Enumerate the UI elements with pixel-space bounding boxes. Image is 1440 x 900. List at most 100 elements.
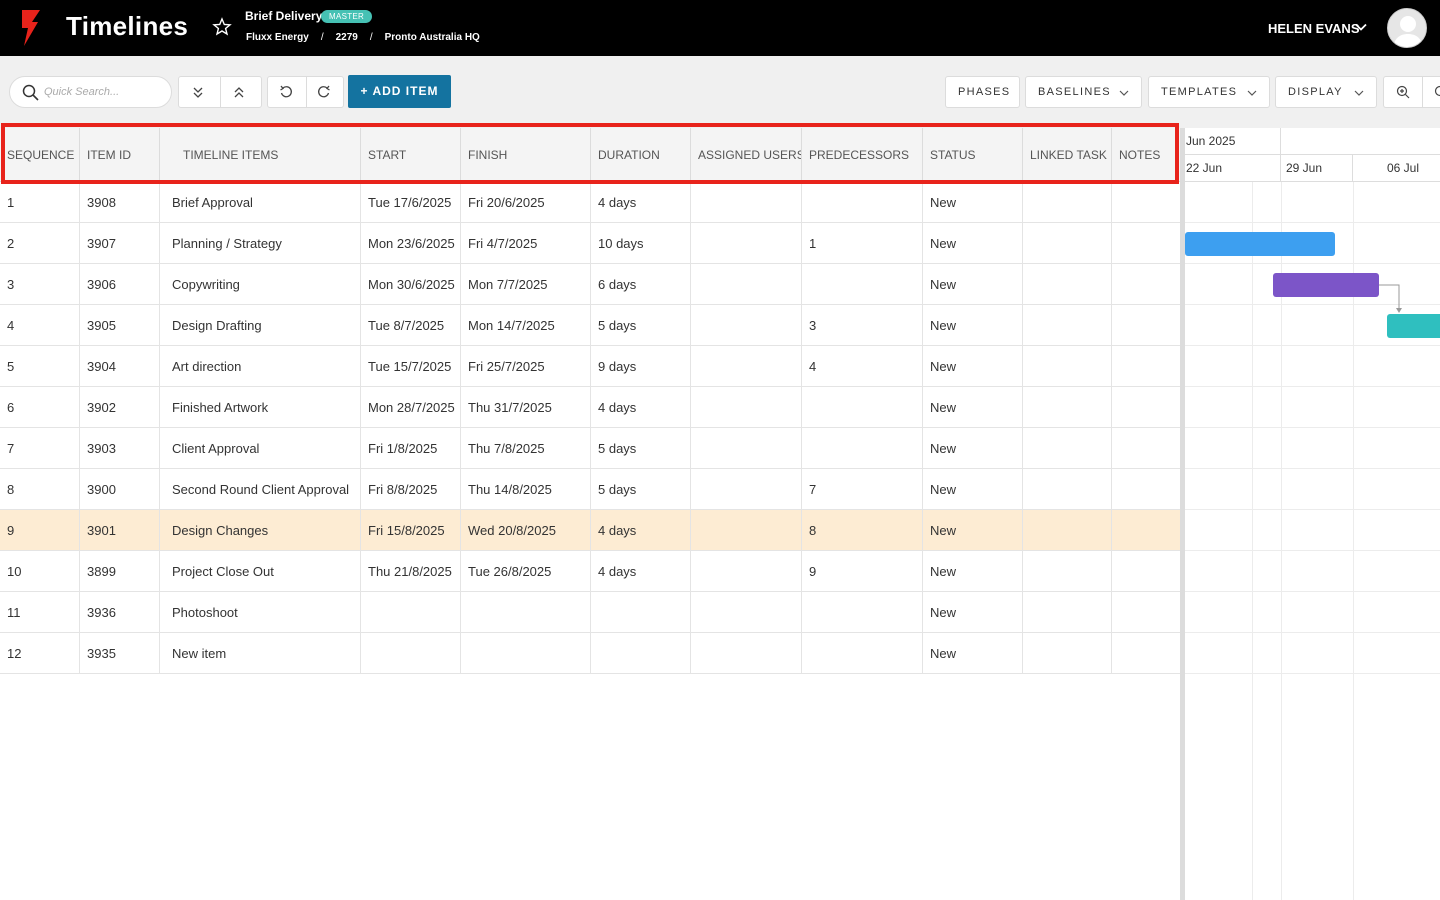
- table-row[interactable]: 10 3899 Project Close Out Thu 21/8/2025 Tue …: [0, 551, 1180, 592]
- cell-status[interactable]: New: [923, 428, 1023, 469]
- add-item-button[interactable]: + ADD ITEM: [348, 75, 451, 108]
- table-row[interactable]: 4 3905 Design Drafting Tue 8/7/2025 Mon 14/7…: [0, 305, 1180, 346]
- cell-finish[interactable]: Thu 31/7/2025: [461, 387, 591, 428]
- table-row[interactable]: 3 3906 Copywriting Mon 30/6/2025 Mon 7/7/202…: [0, 264, 1180, 305]
- col-header-assigned-users[interactable]: ASSIGNED USERS: [691, 128, 802, 182]
- cell-timeline-item[interactable]: Art direction: [160, 346, 361, 387]
- cell-status[interactable]: New: [923, 633, 1023, 674]
- table-row[interactable]: 7 3903 Client Approval Fri 1/8/2025 Thu 7/8/…: [0, 428, 1180, 469]
- cell-finish[interactable]: Fri 4/7/2025: [461, 223, 591, 264]
- cell-notes[interactable]: [1112, 510, 1180, 551]
- col-header-timeline-items[interactable]: TIMELINE ITEMS: [160, 128, 361, 182]
- cell-item-id[interactable]: 3907: [80, 223, 160, 264]
- cell-duration[interactable]: [591, 592, 691, 633]
- breadcrumb-location[interactable]: Pronto Australia HQ: [385, 32, 480, 43]
- zoom-out-icon[interactable]: [1434, 85, 1440, 99]
- cell-notes[interactable]: [1112, 346, 1180, 387]
- cell-linked-task[interactable]: [1023, 551, 1112, 592]
- cell-notes[interactable]: [1112, 428, 1180, 469]
- cell-assigned-users[interactable]: [691, 592, 802, 633]
- cell-status[interactable]: New: [923, 387, 1023, 428]
- cell-status[interactable]: New: [923, 305, 1023, 346]
- cell-finish[interactable]: Thu 14/8/2025: [461, 469, 591, 510]
- avatar[interactable]: [1387, 8, 1427, 48]
- cell-start[interactable]: Tue 15/7/2025: [361, 346, 461, 387]
- cell-status[interactable]: New: [923, 346, 1023, 387]
- cell-notes[interactable]: [1112, 182, 1180, 223]
- cell-duration[interactable]: 4 days: [591, 182, 691, 223]
- baselines-dropdown[interactable]: BASELINES: [1025, 76, 1142, 108]
- cell-notes[interactable]: [1112, 264, 1180, 305]
- cell-status[interactable]: New: [923, 264, 1023, 305]
- gantt-bar-copywriting[interactable]: [1273, 273, 1379, 297]
- cell-linked-task[interactable]: [1023, 428, 1112, 469]
- gantt-bar-design-drafting[interactable]: [1387, 314, 1440, 338]
- templates-dropdown[interactable]: TEMPLATES: [1148, 76, 1270, 108]
- cell-finish[interactable]: Fri 20/6/2025: [461, 182, 591, 223]
- cell-predecessors[interactable]: [802, 387, 923, 428]
- breadcrumb-client[interactable]: Fluxx Energy: [246, 32, 309, 43]
- cell-sequence[interactable]: 10: [0, 551, 80, 592]
- gantt-bar-planning[interactable]: [1185, 232, 1335, 256]
- cell-timeline-item[interactable]: New item: [160, 633, 361, 674]
- cell-predecessors[interactable]: [802, 633, 923, 674]
- cell-finish[interactable]: [461, 633, 591, 674]
- cell-status[interactable]: New: [923, 469, 1023, 510]
- table-row[interactable]: 5 3904 Art direction Tue 15/7/2025 Fri 25/7/…: [0, 346, 1180, 387]
- cell-finish[interactable]: Mon 14/7/2025: [461, 305, 591, 346]
- cell-sequence[interactable]: 8: [0, 469, 80, 510]
- cell-linked-task[interactable]: [1023, 305, 1112, 346]
- cell-linked-task[interactable]: [1023, 387, 1112, 428]
- chevron-down-icon[interactable]: [1355, 21, 1367, 33]
- cell-duration[interactable]: [591, 633, 691, 674]
- cell-linked-task[interactable]: [1023, 469, 1112, 510]
- cell-item-id[interactable]: 3904: [80, 346, 160, 387]
- cell-status[interactable]: New: [923, 592, 1023, 633]
- col-header-duration[interactable]: DURATION: [591, 128, 691, 182]
- cell-linked-task[interactable]: [1023, 182, 1112, 223]
- cell-sequence[interactable]: 4: [0, 305, 80, 346]
- cell-timeline-item[interactable]: Design Drafting: [160, 305, 361, 346]
- cell-predecessors[interactable]: [802, 182, 923, 223]
- cell-duration[interactable]: 5 days: [591, 469, 691, 510]
- cell-notes[interactable]: [1112, 551, 1180, 592]
- cell-item-id[interactable]: 3900: [80, 469, 160, 510]
- col-header-notes[interactable]: NOTES: [1112, 128, 1180, 182]
- cell-finish[interactable]: Mon 7/7/2025: [461, 264, 591, 305]
- cell-status[interactable]: New: [923, 510, 1023, 551]
- cell-start[interactable]: Tue 8/7/2025: [361, 305, 461, 346]
- cell-assigned-users[interactable]: [691, 182, 802, 223]
- cell-sequence[interactable]: 9: [0, 510, 80, 551]
- cell-linked-task[interactable]: [1023, 633, 1112, 674]
- cell-item-id[interactable]: 3936: [80, 592, 160, 633]
- cell-duration[interactable]: 4 days: [591, 551, 691, 592]
- cell-duration[interactable]: 5 days: [591, 428, 691, 469]
- table-row[interactable]: 11 3936 Photoshoot New: [0, 592, 1180, 633]
- cell-finish[interactable]: Wed 20/8/2025: [461, 510, 591, 551]
- cell-finish[interactable]: Fri 25/7/2025: [461, 346, 591, 387]
- cell-status[interactable]: New: [923, 182, 1023, 223]
- cell-timeline-item[interactable]: Photoshoot: [160, 592, 361, 633]
- cell-predecessors[interactable]: [802, 592, 923, 633]
- cell-item-id[interactable]: 3901: [80, 510, 160, 551]
- cell-item-id[interactable]: 3903: [80, 428, 160, 469]
- cell-start[interactable]: Mon 28/7/2025: [361, 387, 461, 428]
- cell-duration[interactable]: 4 days: [591, 510, 691, 551]
- cell-start[interactable]: [361, 633, 461, 674]
- cell-duration[interactable]: 10 days: [591, 223, 691, 264]
- cell-item-id[interactable]: 3906: [80, 264, 160, 305]
- breadcrumb-job[interactable]: 2279: [336, 32, 358, 43]
- cell-sequence[interactable]: 11: [0, 592, 80, 633]
- cell-start[interactable]: Thu 21/8/2025: [361, 551, 461, 592]
- cell-assigned-users[interactable]: [691, 428, 802, 469]
- cell-notes[interactable]: [1112, 305, 1180, 346]
- cell-sequence[interactable]: 6: [0, 387, 80, 428]
- undo-icon[interactable]: [279, 85, 293, 99]
- cell-linked-task[interactable]: [1023, 510, 1112, 551]
- cell-start[interactable]: Tue 17/6/2025: [361, 182, 461, 223]
- table-row[interactable]: 1 3908 Brief Approval Tue 17/6/2025 Fri 20/6…: [0, 182, 1180, 223]
- cell-timeline-item[interactable]: Project Close Out: [160, 551, 361, 592]
- cell-timeline-item[interactable]: Brief Approval: [160, 182, 361, 223]
- col-header-finish[interactable]: FINISH: [461, 128, 591, 182]
- cell-start[interactable]: Fri 8/8/2025: [361, 469, 461, 510]
